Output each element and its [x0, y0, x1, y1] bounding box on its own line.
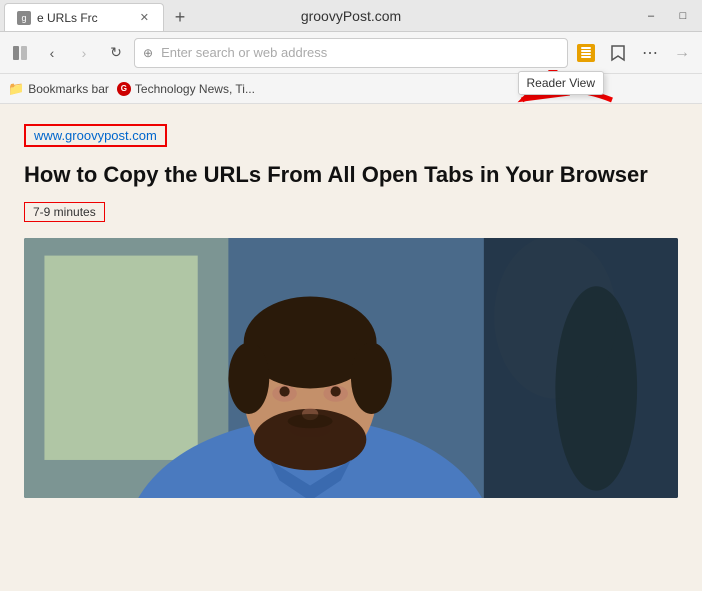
article-image [24, 238, 678, 498]
read-time-badge: 7-9 minutes [24, 202, 105, 222]
refresh-button[interactable]: ↻ [102, 39, 130, 67]
address-bar[interactable]: ⊕ Enter search or web address [134, 38, 568, 68]
tab-title: e URLs Frc [37, 11, 98, 25]
back-button[interactable]: ‹ [38, 39, 66, 67]
bookmark-label-1: Technology News, Ti... [135, 82, 255, 96]
address-text: Enter search or web address [161, 45, 327, 60]
reader-view-container: Reader View [572, 39, 600, 67]
new-tab-button[interactable]: + [166, 3, 194, 31]
bookmark-item-1[interactable]: G Technology News, Ti... [117, 82, 255, 96]
forward-button[interactable]: › [70, 39, 98, 67]
window-controls: – □ [636, 6, 702, 26]
tab-favicon: g [17, 11, 31, 25]
bookmark-favicon-1: G [117, 82, 131, 96]
maximize-button[interactable]: □ [668, 6, 698, 26]
bookmarks-bar-label: 📁 Bookmarks bar [8, 81, 109, 97]
nav-bar-wrapper: ‹ › ↻ ⊕ Enter search or web address Read… [0, 32, 702, 74]
more-button[interactable]: ⋯ [636, 39, 664, 67]
sidebar-toggle-button[interactable] [6, 39, 34, 67]
bookmarks-bar-text: Bookmarks bar [28, 82, 109, 96]
active-tab[interactable]: g e URLs Frc ✕ [4, 3, 164, 31]
nav-bar: ‹ › ↻ ⊕ Enter search or web address Read… [0, 32, 702, 74]
title-bar: g e URLs Frc ✕ + groovyPost.com – □ [0, 0, 702, 32]
tab-close-button[interactable]: ✕ [138, 11, 151, 24]
folder-icon: 📁 [8, 81, 24, 97]
favorites-button[interactable] [604, 39, 632, 67]
reader-view-tooltip: Reader View [518, 71, 604, 95]
content-area: www.groovypost.com How to Copy the URLs … [0, 104, 702, 591]
tab-area: g e URLs Frc ✕ + [0, 0, 194, 31]
window-title: groovyPost.com [301, 8, 401, 24]
reader-view-button[interactable] [572, 39, 600, 67]
site-url-badge[interactable]: www.groovypost.com [24, 124, 167, 147]
reload-button[interactable]: → [668, 39, 696, 67]
article-image-inner [24, 238, 678, 498]
article-title: How to Copy the URLs From All Open Tabs … [24, 161, 678, 190]
reader-view-icon [577, 44, 595, 62]
minimize-button[interactable]: – [636, 6, 666, 26]
page-icon: ⊕ [143, 46, 153, 60]
